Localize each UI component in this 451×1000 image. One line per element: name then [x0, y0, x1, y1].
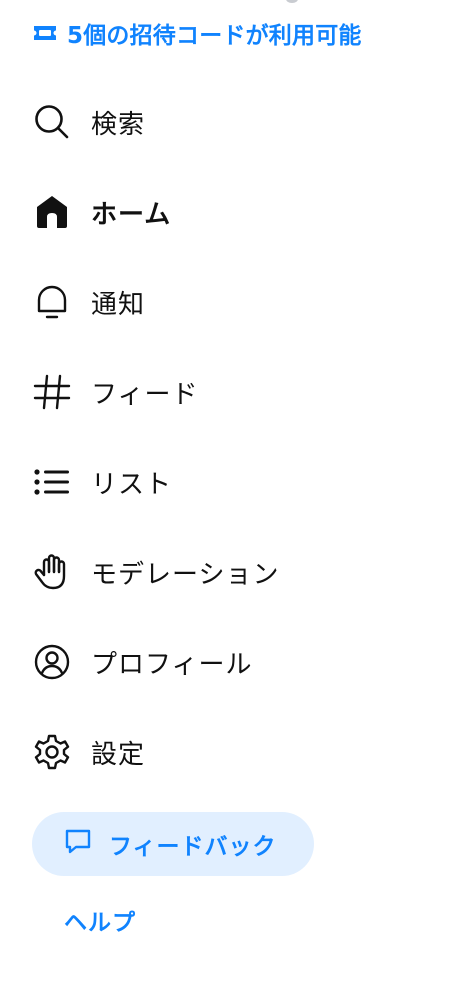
- home-icon: [32, 192, 72, 232]
- nav-item-feeds[interactable]: フィード: [0, 347, 451, 437]
- nav-label-notifications: 通知: [91, 289, 146, 320]
- hash-icon: [32, 372, 72, 412]
- nav-item-lists[interactable]: リスト: [0, 437, 451, 527]
- nav-label-lists: リスト: [91, 469, 173, 500]
- help-link[interactable]: ヘルプ: [64, 903, 136, 937]
- nav-label-moderation: モデレーション: [91, 559, 280, 590]
- nav-label-profile: プロフィール: [91, 649, 253, 680]
- search-icon: [32, 102, 72, 142]
- gear-icon: [32, 732, 72, 772]
- nav-item-home[interactable]: ホーム: [0, 167, 451, 257]
- nav-label-settings: 設定: [91, 739, 146, 770]
- profile-icon: [32, 642, 72, 682]
- nav-item-moderation[interactable]: モデレーション: [0, 527, 451, 617]
- nav-item-search[interactable]: 検索: [0, 77, 451, 167]
- nav-item-settings[interactable]: 設定: [0, 707, 451, 797]
- list-icon: [32, 462, 72, 502]
- bell-icon: [32, 282, 72, 322]
- main-nav: 検索 ホーム 通知 フィード リスト モデレーション プロフィール 設定: [0, 77, 451, 797]
- nav-item-notifications[interactable]: 通知: [0, 257, 451, 347]
- nav-label-search: 検索: [91, 109, 146, 140]
- chat-bubble-icon: [63, 826, 93, 862]
- feedback-label: フィードバック: [109, 834, 277, 860]
- ticket-icon: [32, 23, 58, 43]
- scroll-indicator-dot: [286, 0, 298, 3]
- nav-item-profile[interactable]: プロフィール: [0, 617, 451, 707]
- invite-codes-text: 5個の招待コードが利用可能: [67, 23, 362, 49]
- hand-icon: [32, 552, 72, 592]
- invite-codes-link[interactable]: 5個の招待コードが利用可能: [32, 16, 362, 50]
- nav-label-home: ホーム: [91, 199, 172, 230]
- nav-label-feeds: フィード: [91, 379, 199, 410]
- feedback-button[interactable]: フィードバック: [32, 812, 314, 876]
